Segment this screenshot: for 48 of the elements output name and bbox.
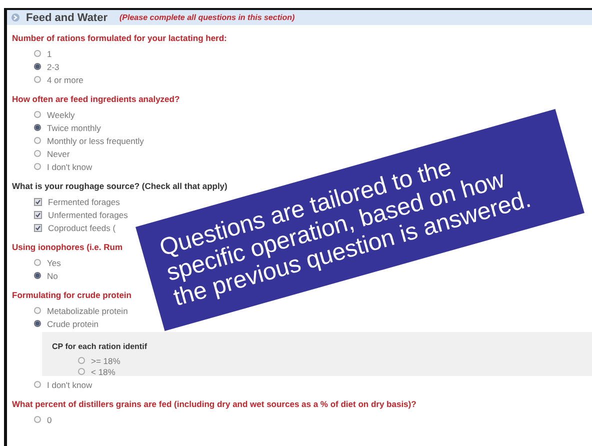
radio-button[interactable] (34, 137, 41, 144)
option-label: < 18% (91, 366, 116, 376)
radio-button[interactable] (34, 163, 41, 170)
option-label: 2-3 (47, 62, 60, 72)
radio-button[interactable] (34, 63, 41, 70)
radio-button[interactable] (34, 259, 41, 266)
radio-button[interactable] (34, 124, 41, 131)
option-label: Weekly (47, 110, 75, 120)
radio-button[interactable] (78, 368, 85, 375)
option-label: Monthly or less frequently (47, 136, 144, 146)
question-label: Formulating for crude protein (12, 289, 132, 302)
question-label: What is your roughage source? (Check all that apply) (12, 180, 228, 193)
option-label: 0 (47, 414, 52, 424)
checkbox[interactable] (34, 210, 42, 218)
question-label: How often are feed ingredients analyzed? (12, 93, 180, 106)
question-label: Number of rations formulated for your lactating herd: (12, 32, 227, 45)
question-label: CP for each ration identif (52, 342, 147, 351)
option-label: Coproduct feeds ( (48, 222, 116, 232)
option-label: Fermented forages (48, 196, 120, 206)
radio-button[interactable] (34, 307, 41, 314)
radio-button[interactable] (78, 357, 85, 364)
option-label: No (47, 270, 58, 280)
radio-button[interactable] (34, 320, 41, 327)
option-label: I don't know (47, 162, 92, 172)
option-label: I don't know (47, 380, 92, 390)
radio-button[interactable] (34, 272, 41, 279)
radio-button[interactable] (34, 50, 41, 57)
radio-button[interactable] (34, 416, 41, 423)
option-label: >= 18% (91, 356, 120, 366)
option-label: 4 or more (47, 74, 84, 84)
radio-button[interactable] (34, 111, 41, 118)
option-label: 1 (47, 48, 52, 58)
option-label: Unfermented forages (48, 210, 128, 220)
question-label: What percent of distillers grains are fed (including dry and wet sources as a % of diet on dry basis)? (12, 398, 416, 411)
option-label: Yes (47, 258, 61, 268)
radio-button[interactable] (34, 381, 41, 388)
radio-button[interactable] (34, 150, 41, 157)
option-label: Never (47, 148, 70, 158)
radio-button[interactable] (34, 76, 41, 83)
section-note: (Please complete all questions in this section) (120, 13, 295, 22)
option-label: Crude protein (47, 318, 99, 328)
option-label: Twice monthly (47, 122, 101, 132)
collapse-icon[interactable] (11, 13, 20, 22)
section-title: Feed and Water (26, 12, 108, 24)
checkbox[interactable] (34, 224, 42, 232)
checkbox[interactable] (34, 198, 42, 206)
question-label: Using ionophores (i.e. Rum (12, 241, 123, 254)
option-label: Metabolizable protein (47, 306, 128, 316)
